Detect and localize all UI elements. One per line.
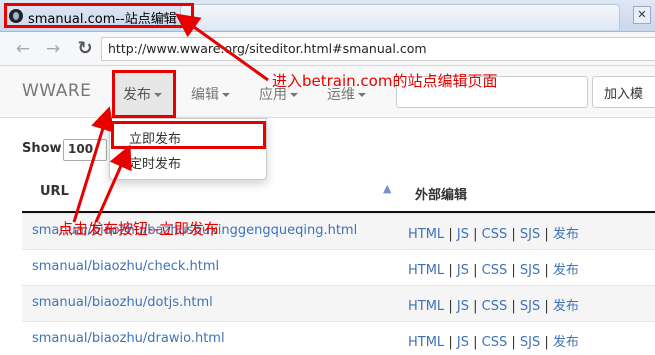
caret-down-icon bbox=[358, 93, 366, 97]
forward-arrow-icon[interactable]: → bbox=[42, 38, 64, 60]
separator: | bbox=[448, 263, 453, 278]
window-close-icon[interactable]: ✕ bbox=[633, 6, 651, 24]
sjs-link[interactable]: SJS bbox=[520, 335, 540, 350]
sjs-link[interactable]: SJS bbox=[520, 299, 540, 314]
publish-link[interactable]: 发布 bbox=[553, 299, 579, 314]
arrow-to-publish-menu bbox=[72, 106, 115, 223]
html-link[interactable]: HTML bbox=[408, 263, 444, 278]
html-link[interactable]: HTML bbox=[408, 299, 444, 314]
add-module-button[interactable]: 加入模 bbox=[592, 76, 655, 108]
sjs-link[interactable]: SJS bbox=[520, 227, 540, 242]
row-url-link[interactable]: smanual/biaozhu/check.html bbox=[32, 259, 219, 274]
row-url-link[interactable]: smanual/biaozhu/drawio.html bbox=[32, 331, 225, 346]
column-header-url[interactable]: URL bbox=[40, 184, 69, 199]
annotation-box-publish-now bbox=[111, 121, 266, 149]
screenshot-frame: smanual.com--站点编辑 × ✕ ← → ↻ http://www.w… bbox=[0, 0, 655, 355]
separator: | bbox=[473, 227, 478, 242]
url-input[interactable]: http://www.wware.org/siteditor.html#sman… bbox=[101, 37, 655, 61]
js-link[interactable]: JS bbox=[457, 299, 469, 314]
row-url-link[interactable]: smanual/biaozhu/dotjs.html bbox=[32, 295, 213, 310]
separator: | bbox=[544, 335, 549, 350]
separator: | bbox=[448, 227, 453, 242]
caret-down-icon bbox=[290, 93, 298, 97]
separator: | bbox=[511, 227, 516, 242]
show-entries-label: Show bbox=[22, 141, 62, 156]
row-actions: HTML | JS | CSS | SJS | 发布 bbox=[408, 331, 579, 350]
annotation-box-publish-menu bbox=[112, 70, 176, 118]
annotation-enter-site-editor: 进入betrain.com的站点编辑页面 bbox=[272, 72, 498, 90]
css-link[interactable]: CSS bbox=[482, 263, 508, 278]
js-link[interactable]: JS bbox=[457, 227, 469, 242]
separator: | bbox=[448, 335, 453, 350]
separator: | bbox=[544, 263, 549, 278]
new-tab-area[interactable] bbox=[180, 4, 620, 30]
separator: | bbox=[511, 335, 516, 350]
show-entries-select[interactable]: 100 bbox=[63, 139, 107, 161]
separator: | bbox=[473, 299, 478, 314]
separator: | bbox=[511, 263, 516, 278]
publish-link[interactable]: 发布 bbox=[553, 263, 579, 278]
separator: | bbox=[473, 263, 478, 278]
table-row: smanual/biaozhu/check.html HTML | JS | C… bbox=[22, 249, 655, 285]
reload-icon[interactable]: ↻ bbox=[74, 38, 96, 60]
css-link[interactable]: CSS bbox=[482, 335, 508, 350]
css-link[interactable]: CSS bbox=[482, 299, 508, 314]
menu-item-scheduled-publish[interactable]: 定时发布 bbox=[110, 150, 266, 174]
publish-link[interactable]: 发布 bbox=[553, 335, 579, 350]
row-actions: HTML | JS | CSS | SJS | 发布 bbox=[408, 223, 579, 242]
column-header-external-edit[interactable]: 外部编辑 bbox=[415, 184, 467, 203]
separator: | bbox=[473, 335, 478, 350]
sort-ascending-icon[interactable]: ▲ bbox=[383, 182, 391, 195]
row-actions: HTML | JS | CSS | SJS | 发布 bbox=[408, 295, 579, 314]
menu-edit-label: 编辑 bbox=[191, 87, 219, 103]
annotation-click-publish: 点击发布按钮--立即发布 bbox=[58, 220, 219, 238]
menu-edit[interactable]: 编辑 bbox=[191, 84, 230, 104]
sjs-link[interactable]: SJS bbox=[520, 263, 540, 278]
annotation-box-title bbox=[4, 3, 194, 28]
separator: | bbox=[448, 299, 453, 314]
address-bar: ← → ↻ http://www.wware.org/siteditor.htm… bbox=[0, 32, 655, 66]
back-arrow-icon[interactable]: ← bbox=[12, 38, 34, 60]
publish-link[interactable]: 发布 bbox=[553, 227, 579, 242]
js-link[interactable]: JS bbox=[457, 335, 469, 350]
table-row: smanual/biaozhu/drawio.html HTML | JS | … bbox=[22, 321, 655, 355]
html-link[interactable]: HTML bbox=[408, 227, 444, 242]
separator: | bbox=[544, 227, 549, 242]
html-link[interactable]: HTML bbox=[408, 335, 444, 350]
css-link[interactable]: CSS bbox=[482, 227, 508, 242]
js-link[interactable]: JS bbox=[457, 263, 469, 278]
table-row: smanual/biaozhu/dotjs.html HTML | JS | C… bbox=[22, 285, 655, 321]
brand-logo[interactable]: WWARE bbox=[22, 81, 91, 101]
row-actions: HTML | JS | CSS | SJS | 发布 bbox=[408, 259, 579, 278]
separator: | bbox=[511, 299, 516, 314]
separator: | bbox=[544, 299, 549, 314]
caret-down-icon bbox=[222, 93, 230, 97]
